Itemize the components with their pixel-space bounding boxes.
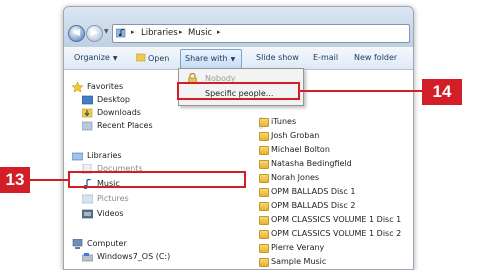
nav-computer-label: Computer	[87, 239, 127, 248]
explorer-window: ◀ ▶ ▼ ▸ Libraries ▸ Music ▸ Organize ▼ Op…	[63, 6, 414, 270]
folder-icon	[259, 202, 269, 211]
nav-desktop-label: Desktop	[97, 95, 130, 104]
file-item-label: iTunes	[271, 117, 297, 126]
share-with-button[interactable]: Share with ▼	[180, 49, 242, 69]
folder-icon	[259, 174, 269, 183]
share-with-label: Share with	[185, 54, 228, 63]
breadcrumb-separator[interactable]: ▸	[179, 28, 183, 36]
nav-downloads-label: Downloads	[97, 108, 141, 117]
nav-favorites-label: Favorites	[87, 82, 124, 91]
folder-icon	[259, 244, 269, 253]
back-button[interactable]: ◀	[68, 25, 85, 42]
star-icon	[72, 82, 83, 92]
computer-icon	[72, 239, 83, 249]
hard-drive-icon	[82, 253, 93, 262]
chevron-down-icon: ▼	[230, 56, 236, 63]
folder-icon	[259, 216, 269, 225]
file-item-label: OPM BALLADS Disc 2	[271, 201, 356, 210]
nav-pictures-label: Pictures	[97, 194, 129, 203]
folder-icon	[259, 146, 269, 155]
nav-recent-places-label: Recent Places	[97, 121, 153, 130]
slide-show-button[interactable]: Slide show	[256, 53, 299, 62]
step-badge-14: 14	[422, 79, 462, 105]
specific-people-highlight	[177, 82, 300, 100]
email-button[interactable]: E-mail	[313, 53, 338, 62]
callout-line-13	[30, 179, 68, 181]
file-item-label: Michael Bolton	[271, 145, 330, 154]
folder-icon	[259, 160, 269, 169]
organize-button[interactable]: Organize ▼	[74, 53, 117, 62]
file-item-label: Norah Jones	[271, 173, 320, 182]
file-item[interactable]: iTunes	[259, 117, 296, 129]
file-item-label: OPM BALLADS Disc 1	[271, 187, 356, 196]
address-bar[interactable]: ▸ Libraries ▸ Music ▸	[112, 24, 410, 43]
step-badge-13: 13	[0, 167, 30, 193]
breadcrumb-libraries[interactable]: Libraries	[141, 28, 178, 38]
libraries-icon	[72, 152, 83, 161]
file-item-label: OPM CLASSICS VOLUME 1 Disc 1	[271, 215, 402, 224]
folder-icon	[259, 230, 269, 239]
nav-videos-label: Videos	[97, 209, 124, 218]
organize-label: Organize	[74, 53, 110, 62]
file-item-label: Josh Groban	[271, 131, 320, 140]
command-bar: Organize ▼ Open Share with ▼ Slide show E-…	[64, 47, 413, 70]
downloads-folder-icon	[82, 108, 93, 118]
folder-icon	[259, 188, 269, 197]
music-nav-highlight	[68, 171, 246, 188]
folder-icon	[259, 132, 269, 141]
desktop-icon	[82, 95, 93, 105]
file-item-label: Natasha Bedingfield	[271, 159, 352, 168]
music-library-icon	[116, 28, 126, 38]
chevron-down-icon: ▼	[112, 55, 118, 62]
breadcrumb-separator[interactable]: ▸	[217, 28, 221, 36]
folder-icon	[259, 258, 269, 267]
file-item-label: OPM CLASSICS VOLUME 1 Disc 2	[271, 229, 402, 238]
breadcrumb-music[interactable]: Music	[188, 28, 212, 38]
forward-arrow-icon: ▶	[91, 28, 98, 38]
nav-libraries-label: Libraries	[87, 151, 122, 160]
recent-pages-dropdown-icon[interactable]: ▼	[104, 28, 109, 35]
breadcrumb-separator[interactable]: ▸	[131, 28, 135, 36]
file-item-label: Pierre Verany	[271, 243, 325, 252]
videos-icon	[82, 209, 93, 219]
callout-line-14	[300, 90, 422, 92]
title-bar: ◀ ▶ ▼ ▸ Libraries ▸ Music ▸	[64, 7, 413, 47]
new-folder-button[interactable]: New folder	[354, 53, 397, 62]
open-label: Open	[148, 54, 170, 63]
file-item-label: Sample Music	[271, 257, 327, 266]
back-arrow-icon: ◀	[73, 28, 80, 38]
open-button[interactable]: Open	[135, 53, 170, 63]
pictures-icon	[82, 194, 93, 204]
open-folder-icon	[135, 53, 146, 62]
recent-places-icon	[82, 121, 93, 131]
folder-icon	[259, 118, 269, 127]
forward-button[interactable]: ▶	[86, 25, 103, 42]
navigation-pane: Favorites Desktop Downloads Recent Place…	[64, 70, 179, 269]
